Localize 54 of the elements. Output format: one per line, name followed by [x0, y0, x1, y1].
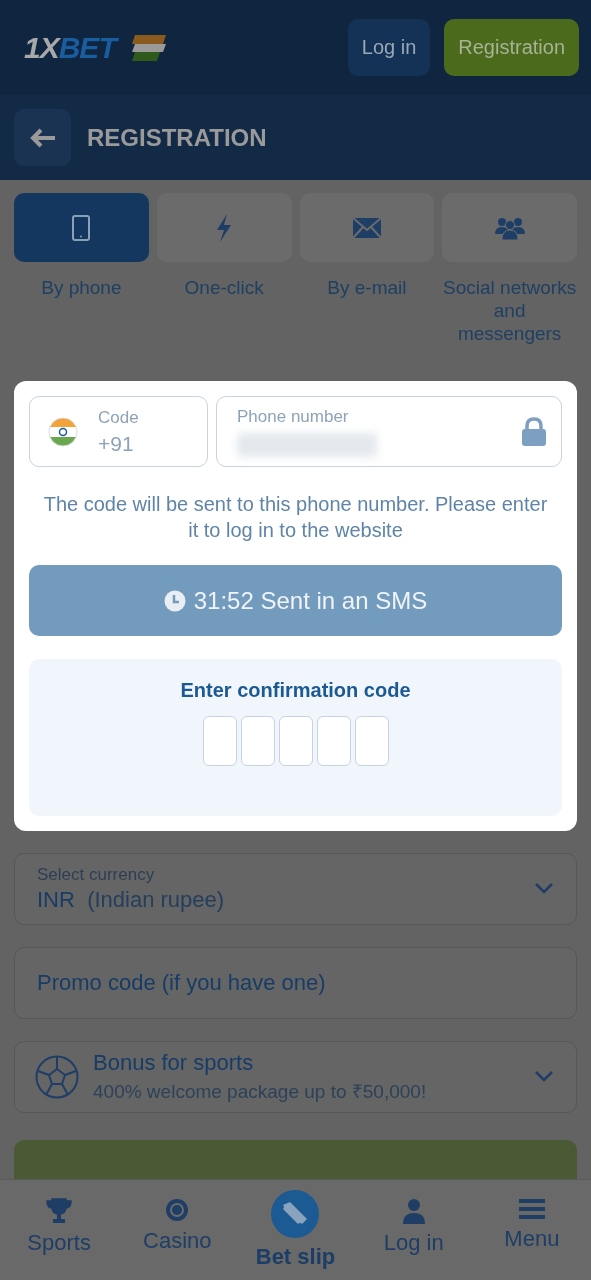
flag-icon [48, 416, 78, 447]
method-tab[interactable] [156, 193, 292, 262]
sms-timer-button[interactable]: 31:52 Sent in an SMS [29, 565, 562, 636]
code-digit-field[interactable] [354, 716, 389, 766]
bonus-title: Bonus for sports [93, 1050, 255, 1076]
currency-select[interactable]: Select currency INR (Indian rupee) [14, 853, 577, 925]
lightning-icon [215, 213, 234, 242]
phone-field[interactable]: Phone number [216, 396, 562, 467]
hint-text: The code will be sent to this phone number. Please enter it to log in to the website [42, 492, 549, 543]
soccer-ball-icon [35, 1055, 79, 1099]
currency-name: (Indian rupee) [87, 887, 225, 912]
people-icon [494, 215, 525, 240]
method-tab[interactable] [442, 193, 577, 262]
method-label: By phone [41, 276, 122, 299]
field-label: Code [98, 407, 139, 428]
bonus-subtitle: 400% welcome package up to ₹50,000! [93, 1080, 427, 1104]
method-tab[interactable] [299, 193, 435, 262]
clock-icon [163, 589, 186, 612]
bonus-select[interactable]: Bonus for sports 400% welcome package up to ₹50,000! [14, 1041, 577, 1113]
nav-item[interactable]: Bet slip [236, 1180, 355, 1280]
country-code-field[interactable]: Code +91 [29, 396, 208, 467]
login-button[interactable]: Log in [347, 19, 431, 76]
menu-icon [518, 1198, 545, 1220]
currency-code: INR [37, 887, 75, 912]
flag-icon [131, 34, 166, 61]
chevron-down-icon [534, 882, 554, 894]
code-digit-field[interactable] [278, 716, 313, 766]
code-digit-field[interactable] [240, 716, 275, 766]
phone-icon [71, 213, 92, 242]
back-button[interactable] [14, 109, 71, 166]
method-label: One-click [184, 276, 264, 299]
confirmation-title: Enter confirmation code [180, 679, 411, 702]
nav-item[interactable]: Casino [118, 1180, 237, 1280]
field-value: +91 [98, 431, 135, 456]
registration-button[interactable]: Registration [444, 19, 579, 76]
nav-item[interactable]: Sports [0, 1180, 119, 1280]
chip-icon [165, 1198, 190, 1222]
promo-code-field[interactable]: Promo code (if you have one) [14, 947, 577, 1019]
chevron-down-icon [534, 1070, 554, 1082]
page-title: REGISTRATION [87, 123, 267, 152]
method-tab[interactable] [14, 193, 149, 262]
trophy-icon [46, 1198, 73, 1224]
code-digit-field[interactable] [316, 716, 351, 766]
method-label: Social networks and messengers [442, 276, 577, 345]
person-icon [400, 1198, 427, 1224]
field-label: Select currency [37, 865, 156, 885]
envelope-icon [351, 216, 382, 239]
back-arrow-icon [29, 127, 56, 148]
nav-item[interactable]: Menu [472, 1180, 591, 1280]
field-label: Phone number [237, 406, 350, 427]
nav-item[interactable]: Log in [354, 1180, 473, 1280]
code-digit-field[interactable] [202, 716, 237, 766]
method-label: By e-mail [327, 276, 407, 299]
logo-text: 1X [24, 30, 59, 65]
